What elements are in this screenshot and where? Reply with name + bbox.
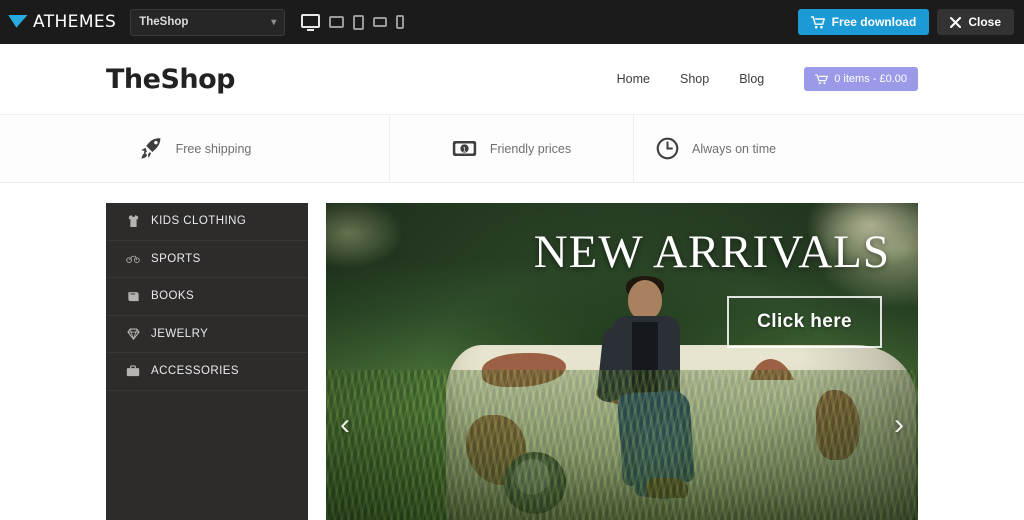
free-download-label: Free download	[831, 15, 917, 29]
shopping-cart-icon	[815, 73, 829, 84]
features-bar: Free shipping 1 Friendly prices Always o…	[0, 114, 1024, 183]
close-button[interactable]: Close	[937, 9, 1014, 35]
hero-cta-button[interactable]: Click here	[727, 296, 882, 348]
cart-label: 0 items - £0.00	[834, 73, 907, 85]
money-bill-icon: 1	[452, 141, 477, 156]
briefcase-icon	[126, 365, 140, 377]
sidebar-item-label: KIDS CLOTHING	[151, 215, 247, 228]
bicycle-icon	[126, 254, 140, 264]
sidebar-item-label: ACCESSORIES	[151, 365, 240, 378]
site-select-value: TheShop	[139, 16, 189, 28]
laptop-icon[interactable]	[329, 16, 345, 28]
sidebar-item-label: SPORTS	[151, 252, 201, 265]
admin-top-bar: ATHEMES TheShop ▾ Free download Close	[0, 0, 1024, 44]
sidebar-item-label: BOOKS	[151, 290, 195, 303]
rocket-icon	[140, 138, 161, 159]
site-logo[interactable]: TheShop	[106, 64, 236, 95]
sidebar-item-books[interactable]: BOOKS	[106, 278, 308, 316]
book-icon	[126, 291, 140, 302]
feature-label: Always on time	[692, 141, 777, 156]
athemes-triangle-logo-icon	[8, 14, 28, 28]
chevron-left-icon[interactable]: ‹	[340, 408, 350, 442]
close-label: Close	[968, 15, 1001, 29]
sidebar-item-label: JEWELRY	[151, 327, 209, 340]
tablet-portrait-icon[interactable]	[353, 14, 365, 30]
feature-always-on-time: Always on time	[634, 115, 1024, 182]
athemes-brand: ATHEMES	[8, 12, 116, 32]
sidebar-item-kids-clothing[interactable]: KIDS CLOTHING	[106, 203, 308, 241]
nav-item-shop[interactable]: Shop	[680, 72, 709, 86]
main-navigation: Home Shop Blog 0 items - £0.00	[617, 67, 918, 91]
free-download-button[interactable]: Free download	[797, 9, 930, 35]
category-sidebar: KIDS CLOTHING SPORTS BOOKS JEWELRY ACCES…	[106, 203, 308, 520]
athemes-wordmark: ATHEMES	[33, 12, 117, 32]
device-preview-switcher	[301, 13, 405, 31]
clock-icon	[656, 137, 679, 160]
cart-icon	[810, 15, 825, 28]
site-select-dropdown[interactable]: TheShop ▾	[130, 8, 286, 36]
hero-slider[interactable]: NEW ARRIVALS Click here ‹ ›	[326, 203, 918, 520]
tshirt-icon	[126, 214, 140, 228]
feature-label: Friendly prices	[489, 141, 572, 156]
feature-free-shipping: Free shipping	[0, 115, 390, 182]
admin-actions: Free download Close	[797, 9, 1014, 35]
hero-title: NEW ARRIVALS	[533, 226, 890, 278]
content-area: KIDS CLOTHING SPORTS BOOKS JEWELRY ACCES…	[0, 183, 1024, 520]
feature-label: Free shipping	[175, 141, 252, 156]
chevron-right-icon[interactable]: ›	[894, 408, 904, 442]
mobile-icon[interactable]	[396, 15, 405, 29]
sidebar-item-accessories[interactable]: ACCESSORIES	[106, 353, 308, 391]
desktop-icon[interactable]	[301, 13, 321, 31]
close-x-icon	[950, 16, 962, 28]
cart-button[interactable]: 0 items - £0.00	[804, 67, 918, 91]
nav-item-home[interactable]: Home	[617, 72, 650, 86]
feature-friendly-prices: 1 Friendly prices	[390, 115, 634, 182]
nav-item-blog[interactable]: Blog	[739, 72, 764, 86]
svg-text:1: 1	[463, 147, 467, 154]
site-header: TheShop Home Shop Blog 0 items - £0.00	[0, 44, 1024, 114]
chevron-down-icon: ▾	[271, 16, 277, 28]
tablet-landscape-icon[interactable]	[373, 17, 388, 27]
sidebar-item-jewelry[interactable]: JEWELRY	[106, 316, 308, 353]
sidebar-item-sports[interactable]: SPORTS	[106, 241, 308, 278]
diamond-icon	[126, 328, 140, 340]
